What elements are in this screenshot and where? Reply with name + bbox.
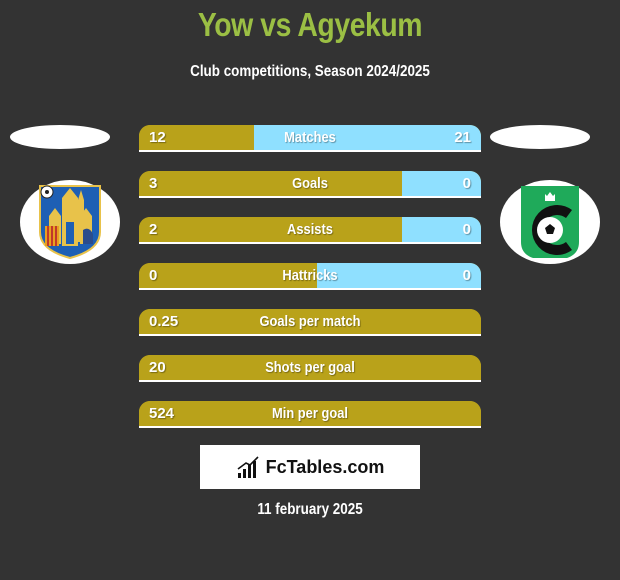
date-label: 11 february 2025 — [257, 501, 363, 518]
stat-label: Goals — [292, 175, 328, 192]
left-value: 524 — [149, 405, 175, 422]
left-player-oval — [10, 125, 110, 149]
stat-bar-goals-per-match: Goals per match 0.25 — [139, 309, 481, 336]
stat-label: Matches — [284, 129, 336, 146]
left-value: 12 — [149, 129, 166, 146]
right-player-oval — [490, 125, 590, 149]
stat-bar-min-per-goal: Min per goal 524 — [139, 401, 481, 428]
stat-bar-matches: Matches 12 21 — [139, 125, 481, 152]
left-value: 2 — [149, 221, 158, 238]
page-title: Yow vs Agyekum — [197, 6, 423, 43]
right-value: 21 — [454, 129, 471, 146]
page-subtitle: Club competitions, Season 2024/2025 — [190, 63, 430, 80]
stat-bar-goals: Goals 3 0 — [139, 171, 481, 198]
stat-bar-shots-per-goal: Shots per goal 20 — [139, 355, 481, 382]
right-value: 0 — [462, 175, 471, 192]
stat-label: Shots per goal — [265, 359, 355, 376]
left-value: 3 — [149, 175, 158, 192]
brand-text: FcTables.com — [265, 456, 385, 477]
left-value: 20 — [149, 359, 166, 376]
left-value: 0.25 — [149, 313, 179, 330]
stat-label: Hattricks — [282, 267, 338, 284]
stat-label: Goals per match — [259, 313, 361, 330]
stat-label: Assists — [287, 221, 333, 238]
fctables-brand-link[interactable]: FcTables.com — [200, 445, 420, 489]
bar-chart-icon — [237, 456, 259, 478]
stat-bar-assists: Assists 2 0 — [139, 217, 481, 244]
stat-label: Min per goal — [272, 405, 348, 422]
right-team-logo[interactable] — [500, 180, 600, 264]
stat-bar-hattricks: Hattricks 0 0 — [139, 263, 481, 290]
cercle-brugge-crest-icon — [521, 186, 579, 258]
right-value: 0 — [462, 221, 471, 238]
westerlo-crest-icon — [39, 185, 101, 260]
left-team-logo[interactable] — [20, 180, 120, 264]
left-value: 0 — [149, 267, 158, 284]
right-value: 0 — [462, 267, 471, 284]
